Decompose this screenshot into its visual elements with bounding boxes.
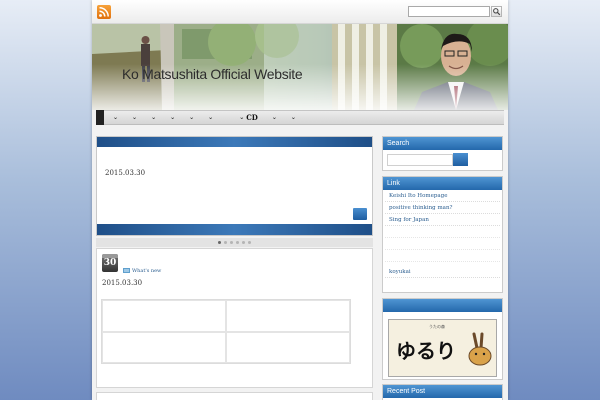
nav-item-3[interactable]: ⌄: [148, 110, 156, 125]
widget-title: [383, 299, 502, 312]
slider-caption-bar: [97, 224, 372, 235]
chevron-down-icon: ⌄: [239, 114, 245, 121]
link-blank: [385, 250, 500, 262]
link-item[interactable]: koyukai: [385, 266, 500, 278]
slider-dot[interactable]: [224, 241, 227, 244]
chevron-down-icon: ⌄: [290, 114, 296, 121]
nav-item-5[interactable]: ⌄: [186, 110, 194, 125]
post-category-link[interactable]: What's new: [132, 268, 161, 274]
nav-item-2[interactable]: ⌄: [129, 110, 137, 125]
rabbit-illustration-icon: [468, 332, 492, 366]
link-item[interactable]: Keishi Ito Homepage: [385, 190, 500, 202]
chevron-down-icon: ⌄: [132, 114, 138, 121]
widget-title: Link: [383, 177, 502, 190]
slider-dot[interactable]: [248, 241, 251, 244]
link-blank: [385, 226, 500, 238]
page-wrapper: Ko Matsushita Official Website ⌄ ⌄ ⌄ ⌄ ⌄…: [92, 0, 508, 400]
chevron-down-icon: ⌄: [151, 114, 157, 121]
slider-dot[interactable]: [230, 241, 233, 244]
featured-slider: 2015.03.30: [96, 136, 373, 236]
search-icon: [493, 8, 501, 16]
post-table: [101, 299, 351, 364]
slider-next-button[interactable]: [353, 208, 367, 220]
nav-item-4[interactable]: ⌄: [167, 110, 175, 125]
banner-widget: うたの森 ゆるり: [382, 298, 503, 380]
chevron-down-icon: ⌄: [113, 114, 119, 121]
banner-caption: うたの森: [429, 324, 445, 329]
nav-item-cd[interactable]: ⌄ CD: [239, 110, 261, 125]
nav-item-8[interactable]: ⌄: [272, 110, 280, 125]
search-widget: Search: [382, 136, 503, 171]
yururi-banner[interactable]: うたの森 ゆるり: [388, 319, 497, 377]
nav-item-9[interactable]: ⌄: [291, 110, 296, 125]
recent-post-widget: Recent Post: [382, 384, 503, 400]
table-cell: [226, 331, 350, 363]
slider-title-bar: [97, 137, 372, 147]
widget-title: Recent Post: [383, 385, 502, 398]
widget-title: Search: [383, 137, 502, 150]
site-header: Ko Matsushita Official Website: [92, 24, 508, 110]
calendar-icon: 30: [102, 254, 118, 272]
nav-item-label: CD: [246, 113, 258, 122]
search-input[interactable]: [408, 6, 490, 17]
site-title[interactable]: Ko Matsushita Official Website: [122, 66, 303, 82]
banner-logo-text: ゆるり: [396, 339, 456, 363]
slider-dot[interactable]: [236, 241, 239, 244]
slider-date: 2015.03.30: [105, 169, 146, 177]
main-nav: ⌄ ⌄ ⌄ ⌄ ⌄ ⌄ ⌄ CD ⌄ ⌄: [96, 110, 504, 125]
nav-item-6[interactable]: ⌄: [205, 110, 213, 125]
search-button[interactable]: [491, 6, 502, 17]
link-blank: [385, 238, 500, 250]
link-item[interactable]: positive thinking man?: [385, 202, 500, 214]
nav-home-marker[interactable]: [96, 110, 104, 125]
slider-dot[interactable]: [218, 241, 221, 244]
nav-item-1[interactable]: ⌄: [110, 110, 118, 125]
rss-icon[interactable]: [97, 5, 111, 19]
chevron-down-icon: ⌄: [208, 114, 214, 121]
table-cell: [102, 300, 226, 332]
table-cell: [102, 331, 226, 363]
chevron-down-icon: ⌄: [271, 114, 277, 121]
chevron-down-icon: ⌄: [189, 114, 195, 121]
sidebar-search-input[interactable]: [387, 154, 453, 166]
category-icon: [123, 268, 130, 273]
top-bar: [92, 0, 508, 24]
post-date: 2015.03.30: [102, 279, 143, 287]
post-card-next: [96, 392, 373, 400]
post-card: 30 What's new 2015.03.30: [96, 248, 373, 388]
slider-dot[interactable]: [242, 241, 245, 244]
link-widget: Link Keishi Ito Homepage positive thinki…: [382, 176, 503, 293]
sidebar-search-button[interactable]: [453, 153, 468, 166]
table-cell: [226, 300, 350, 332]
slider-pagination: [96, 238, 373, 247]
chevron-down-icon: ⌄: [170, 114, 176, 121]
link-item[interactable]: Sing for Japan: [385, 214, 500, 226]
